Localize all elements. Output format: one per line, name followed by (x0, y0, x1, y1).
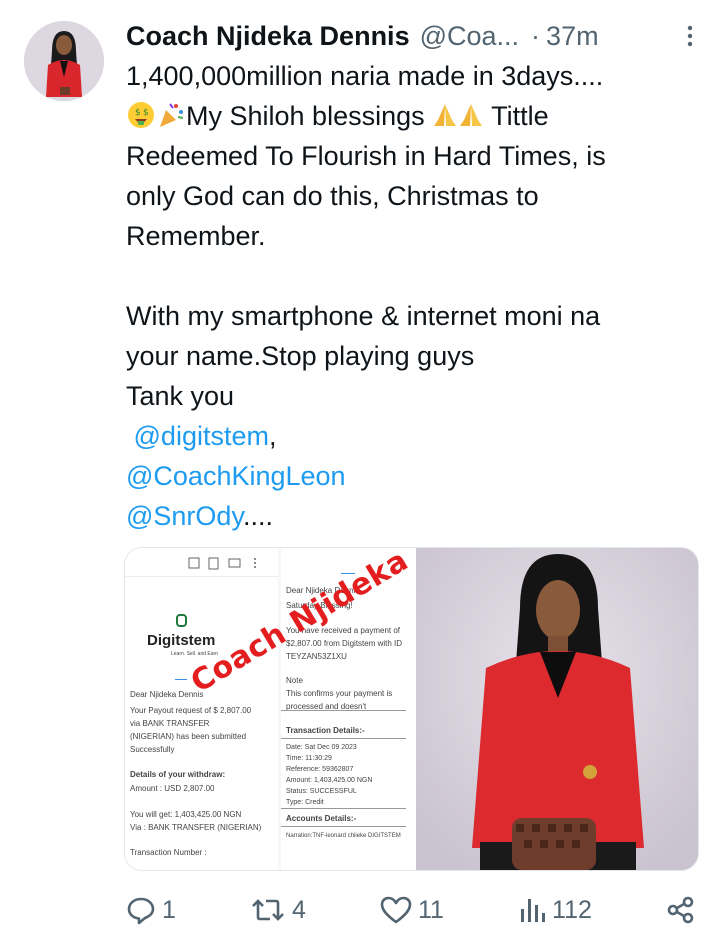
views-button[interactable]: 112 (518, 895, 592, 925)
divider (281, 808, 406, 809)
narration: Narration:TNF-leonard chiieke DIGITSTEM (286, 833, 401, 839)
amount: Amount : USD 2,807.00 (130, 784, 215, 793)
media-image-portrait[interactable] (416, 548, 698, 870)
tweet-line: @SnrOdy.... (126, 496, 701, 536)
svg-text:$: $ (135, 108, 141, 118)
reply-icon (127, 897, 155, 925)
brand-name: Digitstem (147, 632, 216, 649)
tweet-line: only God can do this, Christmas to (126, 181, 539, 211)
like-count: 11 (418, 895, 444, 924)
tweet-line: $ $ My Shiloh blessings Tittle (126, 96, 701, 136)
tweet-line: Remember. (126, 221, 266, 251)
praying-hands-emoji-icon (458, 100, 484, 141)
like-icon (380, 896, 412, 924)
svg-text:$: $ (143, 108, 149, 118)
tweet-line-text: Tittle (491, 101, 549, 131)
payout-line: (NIGERIAN) has been submitted (130, 732, 247, 741)
payout-line: Successfully (130, 745, 175, 754)
details-title: Details of your withdraw: (130, 770, 226, 779)
divider (281, 738, 406, 739)
greeting: Dear Njideka Dennis (130, 690, 204, 699)
share-icon (667, 896, 694, 924)
retweet-icon (252, 899, 284, 921)
txn-reference: Reference: 59362807 (286, 766, 354, 773)
received-line: $2,807.00 from Digitstem with ID (286, 639, 403, 648)
tweet-line: @CoachKingLeon (126, 456, 701, 496)
txn-type: Type: Credit (286, 799, 324, 806)
divider (175, 679, 187, 680)
mention-link[interactable]: @SnrOdy (126, 501, 243, 531)
txn-amount: Amount: 1,403,425.00 NGN (286, 777, 373, 784)
author-handle[interactable]: @Coa... (420, 21, 519, 52)
mention-link[interactable]: @digitstem (134, 421, 269, 451)
retweet-count: 4 (292, 895, 306, 924)
received-line: TEYZAN53Z1XU (286, 652, 347, 661)
tweet-line: Redeemed To Flourish in Hard Times, is (126, 141, 606, 171)
media-image-receipt[interactable]: Digitstem Learn. Sell. and Earn Dear Nji… (125, 548, 414, 870)
avatar-photo (24, 21, 104, 101)
txn-title: Transaction Details:- (286, 726, 365, 735)
author-name[interactable]: Coach Njideka Dennis (126, 21, 410, 52)
payout-line: Your Payout request of $ 2,807.00 (130, 706, 252, 715)
ellipsis: .... (242, 501, 273, 531)
email-toolbar-icons (188, 557, 256, 570)
tweet-line: @digitstem, (126, 416, 701, 456)
digitstem-logo-icon (176, 614, 187, 627)
money-face-emoji-icon: $ $ (126, 100, 156, 141)
more-icon[interactable] (678, 18, 702, 54)
share-button[interactable] (666, 895, 702, 925)
accounts-title: Accounts Details:- (286, 814, 357, 823)
tweet-text: 1,400,000million naria made in 3days....… (126, 56, 701, 536)
receipt-screenshot-left: Digitstem Learn. Sell. and Earn Dear Nji… (125, 548, 278, 870)
reply-button[interactable]: 1 (126, 895, 176, 925)
avatar[interactable] (24, 21, 104, 101)
tweet-line-text: My Shiloh blessings (186, 101, 425, 131)
portrait-photo (416, 548, 698, 870)
note: Note (286, 676, 303, 685)
views-icon (521, 899, 546, 922)
txn-number: Transaction Number : (130, 848, 207, 857)
tweet-media[interactable]: Digitstem Learn. Sell. and Earn Dear Nji… (124, 547, 699, 871)
like-button[interactable]: 11 (380, 895, 444, 925)
via: Via : BANK TRANSFER (NIGERIAN) (130, 823, 262, 832)
mention-link[interactable]: @CoachKingLeon (126, 461, 346, 491)
views-count: 112 (552, 895, 592, 924)
party-popper-emoji-icon (156, 100, 186, 141)
comma: , (268, 421, 277, 451)
txn-status: Status: SUCCESSFUL (286, 788, 357, 795)
tweet-line: Tank you (126, 381, 235, 411)
txn-date: Date: Sat Dec 09 2023 (286, 744, 357, 751)
email-toolbar (125, 548, 278, 577)
divider (281, 826, 406, 827)
divider (281, 710, 406, 711)
reply-count: 1 (162, 895, 176, 924)
tweet-time[interactable]: 37m (546, 21, 599, 52)
praying-hands-emoji-icon (432, 100, 458, 141)
tweet-header: Coach Njideka Dennis @Coa... · 37m (126, 18, 702, 54)
tweet-line: your name.Stop playing guys (126, 341, 475, 371)
tweet-line: With my smartphone & internet moni na (126, 301, 601, 331)
payout-line: via BANK TRANSFER (130, 719, 210, 728)
txn-time: Time: 11:30:29 (286, 755, 332, 762)
retweet-button[interactable]: 4 (250, 895, 306, 925)
separator-dot: · (531, 20, 541, 51)
tweet-actions: 1 4 11 112 (126, 888, 702, 932)
tweet-line: 1,400,000million naria made in 3days.... (126, 61, 604, 91)
you-get: You will get: 1,403,425.00 NGN (130, 810, 242, 819)
confirms: This confirms your payment is (286, 689, 393, 698)
